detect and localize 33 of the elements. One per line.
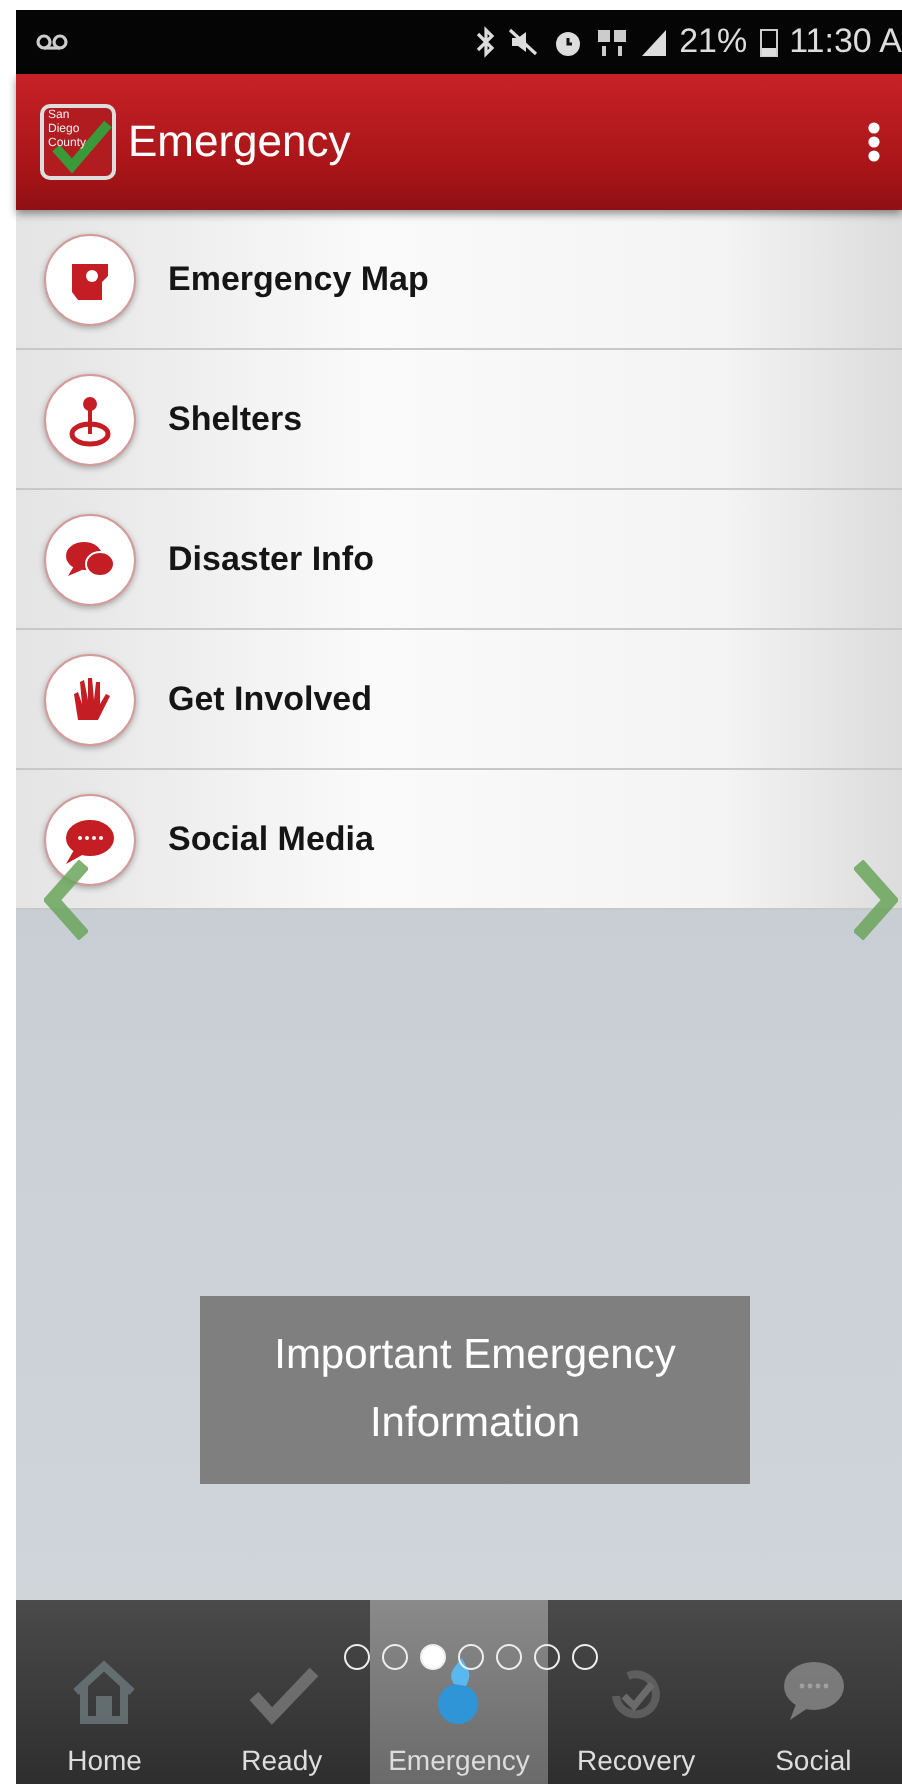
nav-tab[interactable]: Social bbox=[724, 1600, 902, 1784]
page-indicator-dot[interactable] bbox=[572, 1644, 598, 1670]
clock-time: 11:30 A bbox=[789, 22, 902, 62]
page-indicator-dot[interactable] bbox=[382, 1644, 408, 1670]
battery-level: 21% bbox=[679, 22, 748, 62]
menu-item[interactable]: Social Media bbox=[16, 770, 902, 910]
menu-item[interactable]: Emergency Map bbox=[16, 210, 902, 350]
nav-tab[interactable]: Recovery bbox=[547, 1600, 725, 1784]
info-button[interactable]: Important Emergency Information bbox=[200, 1296, 750, 1484]
network-icon bbox=[595, 26, 628, 58]
more-options-icon[interactable] bbox=[866, 120, 882, 164]
nav-tab[interactable]: Emergency bbox=[370, 1600, 548, 1784]
menu-item[interactable]: Disaster Info bbox=[16, 490, 902, 630]
location-pin-icon bbox=[44, 373, 136, 465]
page-indicator-dot[interactable] bbox=[534, 1644, 560, 1670]
menu-item[interactable]: Shelters bbox=[16, 350, 902, 490]
alarm-icon bbox=[551, 26, 584, 58]
bluetooth-icon bbox=[475, 26, 496, 58]
hand-icon bbox=[44, 653, 136, 745]
nav-tab[interactable]: Home bbox=[16, 1600, 194, 1784]
page-indicator-dot[interactable] bbox=[496, 1644, 522, 1670]
voicemail-icon bbox=[36, 32, 68, 52]
menu-item[interactable]: Get Involved bbox=[16, 630, 902, 770]
signal-icon bbox=[639, 26, 668, 58]
page-indicator-dot[interactable] bbox=[458, 1644, 484, 1670]
screen-title: Emergency bbox=[128, 116, 353, 168]
nav-tab[interactable]: Ready bbox=[193, 1600, 371, 1784]
map-icon bbox=[44, 233, 136, 325]
battery-icon bbox=[759, 26, 778, 58]
page-indicator-dot[interactable] bbox=[344, 1644, 370, 1670]
speech-bubbles-icon bbox=[44, 513, 136, 605]
chat-bubble-icon bbox=[44, 793, 136, 885]
mute-icon bbox=[507, 26, 540, 58]
